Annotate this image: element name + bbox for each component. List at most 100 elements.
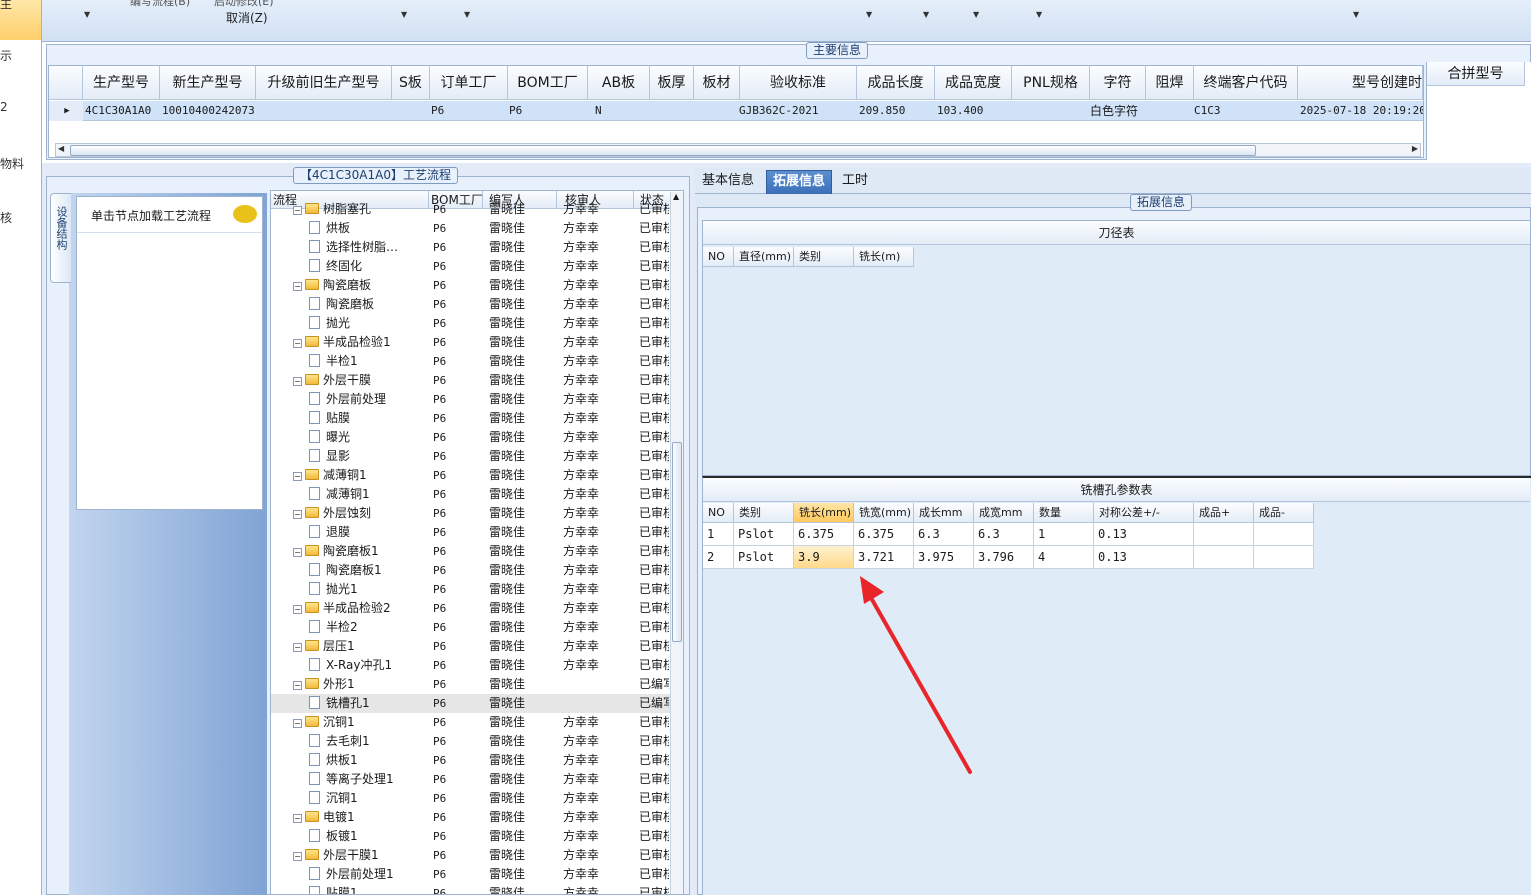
tree-row[interactable]: 贴膜1 P6 雷晓佳 方幸幸 已审核 xyxy=(271,884,683,894)
scrollbar-thumb[interactable] xyxy=(672,442,682,642)
slot-cell[interactable]: 0.13 xyxy=(1094,546,1194,569)
collapse-icon[interactable]: − xyxy=(293,643,302,652)
cutter-col-header[interactable]: 类别 xyxy=(794,247,854,267)
scroll-left-icon[interactable]: ◀ xyxy=(58,144,64,153)
tree-row[interactable]: 去毛刺1 P6 雷晓佳 方幸幸 已审核 xyxy=(271,732,683,751)
tree-row[interactable]: − 陶瓷磨板1 P6 雷晓佳 方幸幸 已审核 xyxy=(271,542,683,561)
slot-cell[interactable]: 6.375 xyxy=(794,523,854,546)
tree-row[interactable]: 显影 P6 雷晓佳 方幸幸 已审核 xyxy=(271,447,683,466)
cell-customer[interactable]: C1C3 xyxy=(1192,101,1296,121)
tree-row[interactable]: 烘板1 P6 雷晓佳 方幸幸 已审核 xyxy=(271,751,683,770)
toolbar-write-process[interactable]: 编写流程(B) xyxy=(130,0,190,9)
col-header[interactable]: 板厚 xyxy=(650,66,694,100)
tree-row[interactable]: X-Ray冲孔1 P6 雷晓佳 方幸幸 已审核 xyxy=(271,656,683,675)
cutter-col-header[interactable]: 铣长(m) xyxy=(854,247,914,267)
slot-col-header[interactable]: 铣长(mm) xyxy=(794,503,854,523)
tree-row[interactable]: − 外层蚀刻 P6 雷晓佳 方幸幸 已审核 xyxy=(271,504,683,523)
chevron-down-icon[interactable]: ▼ xyxy=(923,10,929,19)
slot-cell[interactable]: 3.721 xyxy=(854,546,914,569)
slot-col-header[interactable]: 成品+ xyxy=(1194,503,1254,523)
col-header[interactable]: 新生产型号 xyxy=(160,66,256,100)
slot-cell[interactable]: 3.975 xyxy=(914,546,974,569)
tab-extended-info[interactable]: 拓展信息 xyxy=(766,170,833,194)
slot-cell[interactable] xyxy=(1254,546,1314,569)
chevron-down-icon[interactable]: ▼ xyxy=(401,10,407,19)
cutter-col-header[interactable]: NO xyxy=(703,247,734,267)
chevron-down-icon[interactable]: ▼ xyxy=(866,10,872,19)
left-nav-item[interactable]: 核 xyxy=(0,209,12,226)
scrollbar-thumb[interactable] xyxy=(70,145,1256,156)
col-header[interactable]: BOM工厂 xyxy=(508,66,588,100)
slot-col-header[interactable]: 数量 xyxy=(1034,503,1094,523)
col-header[interactable]: 成品长度 xyxy=(857,66,935,100)
col-header[interactable]: 生产型号 xyxy=(83,66,160,100)
collapse-icon[interactable]: − xyxy=(293,339,302,348)
tree-row[interactable]: 外层前处理1 P6 雷晓佳 方幸幸 已审核 xyxy=(271,865,683,884)
chevron-down-icon[interactable]: ▼ xyxy=(973,10,979,19)
scroll-up-icon[interactable]: ▲ xyxy=(673,192,679,201)
tree-row[interactable]: 退膜 P6 雷晓佳 方幸幸 已审核 xyxy=(271,523,683,542)
slot-col-header[interactable]: 成宽mm xyxy=(974,503,1034,523)
collapse-icon[interactable]: − xyxy=(293,681,302,690)
tree-row[interactable]: − 减薄铜1 P6 雷晓佳 方幸幸 已审核 xyxy=(271,466,683,485)
slot-cell[interactable]: 6.375 xyxy=(854,523,914,546)
slot-col-header[interactable]: NO xyxy=(703,503,734,523)
tree-row[interactable]: 减薄铜1 P6 雷晓佳 方幸幸 已审核 xyxy=(271,485,683,504)
tree-row[interactable]: − 陶瓷磨板 P6 雷晓佳 方幸幸 已审核 xyxy=(271,276,683,295)
tree-row[interactable]: − 外层干膜 P6 雷晓佳 方幸幸 已审核 xyxy=(271,371,683,390)
collapse-icon[interactable]: − xyxy=(293,852,302,861)
tree-row[interactable]: 铣槽孔1 P6 雷晓佳 已编写 xyxy=(271,694,683,713)
tree-row[interactable]: 沉铜1 P6 雷晓佳 方幸幸 已审核 xyxy=(271,789,683,808)
chevron-down-icon[interactable]: ▼ xyxy=(1036,10,1042,19)
collapse-icon[interactable]: − xyxy=(293,719,302,728)
col-header[interactable]: 成品宽度 xyxy=(935,66,1012,100)
collapse-icon[interactable]: − xyxy=(293,814,302,823)
cell-created[interactable]: 2025-07-18 20:19:20 xyxy=(1298,101,1423,121)
tree-row[interactable]: − 层压1 P6 雷晓佳 方幸幸 已审核 xyxy=(271,637,683,656)
slot-col-header[interactable]: 成品- xyxy=(1254,503,1314,523)
col-header[interactable]: S板 xyxy=(392,66,430,100)
tree-row[interactable]: − 半成品检验1 P6 雷晓佳 方幸幸 已审核 xyxy=(271,333,683,352)
left-nav-item[interactable]: 物料 xyxy=(0,155,24,172)
tree-row[interactable]: 贴膜 P6 雷晓佳 方幸幸 已审核 xyxy=(271,409,683,428)
col-header[interactable]: AB板 xyxy=(588,66,650,100)
cell-model[interactable]: 4C1C30A1A0 xyxy=(83,101,160,121)
merge-model-header[interactable]: 合拼型号 xyxy=(1427,62,1525,86)
cell-char[interactable]: 白色字符 xyxy=(1088,101,1146,121)
collapse-icon[interactable]: − xyxy=(293,510,302,519)
col-header[interactable]: 终端客户代码 xyxy=(1194,66,1298,100)
slot-cell[interactable]: 1 xyxy=(703,523,734,546)
cell-width[interactable]: 103.400 xyxy=(935,101,1012,121)
slot-col-header[interactable]: 对称公差+/- xyxy=(1094,503,1194,523)
slot-cell[interactable]: 3.9 xyxy=(794,546,854,569)
slot-col-header[interactable]: 成长mm xyxy=(914,503,974,523)
tree-row[interactable]: 抛光1 P6 雷晓佳 方幸幸 已审核 xyxy=(271,580,683,599)
slot-cell[interactable]: 6.3 xyxy=(974,523,1034,546)
cell-new-model[interactable]: 10010400242073 xyxy=(160,101,256,121)
tree-row[interactable]: 半检2 P6 雷晓佳 方幸幸 已审核 xyxy=(271,618,683,637)
slot-col-header[interactable]: 类别 xyxy=(734,503,794,523)
tree-row[interactable]: − 外形1 P6 雷晓佳 已编写 xyxy=(271,675,683,694)
cell-bom-factory[interactable]: P6 xyxy=(509,101,588,121)
tree-row[interactable]: 板镀1 P6 雷晓佳 方幸幸 已审核 xyxy=(271,827,683,846)
collapse-icon[interactable]: − xyxy=(293,605,302,614)
tree-row[interactable]: 外层前处理 P6 雷晓佳 方幸幸 已审核 xyxy=(271,390,683,409)
horizontal-scrollbar[interactable]: ◀ ▶ xyxy=(55,143,1421,157)
tree-row[interactable]: 选择性树脂… P6 雷晓佳 方幸幸 已审核 xyxy=(271,238,683,257)
slot-cell[interactable]: Pslot xyxy=(734,523,794,546)
cell-ab[interactable]: N xyxy=(593,101,650,121)
tree-row[interactable]: − 电镀1 P6 雷晓佳 方幸幸 已审核 xyxy=(271,808,683,827)
tree-row[interactable]: − 树脂塞孔 P6 雷晓佳 方幸幸 已审核 xyxy=(271,200,683,219)
collapse-icon[interactable]: − xyxy=(293,548,302,557)
collapse-icon[interactable]: − xyxy=(293,206,302,215)
slot-cell[interactable] xyxy=(1254,523,1314,546)
col-header[interactable]: 字符 xyxy=(1090,66,1146,100)
slot-cell[interactable]: 1 xyxy=(1034,523,1094,546)
slot-cell[interactable]: 0.13 xyxy=(1094,523,1194,546)
toolbar-cancel[interactable]: 取消(Z) xyxy=(226,9,268,26)
tree-row[interactable]: 半检1 P6 雷晓佳 方幸幸 已审核 xyxy=(271,352,683,371)
chevron-down-icon[interactable]: ▼ xyxy=(1353,10,1359,19)
tree-row[interactable]: − 外层干膜1 P6 雷晓佳 方幸幸 已审核 xyxy=(271,846,683,865)
collapse-icon[interactable]: − xyxy=(293,472,302,481)
col-header[interactable]: 订单工厂 xyxy=(430,66,508,100)
